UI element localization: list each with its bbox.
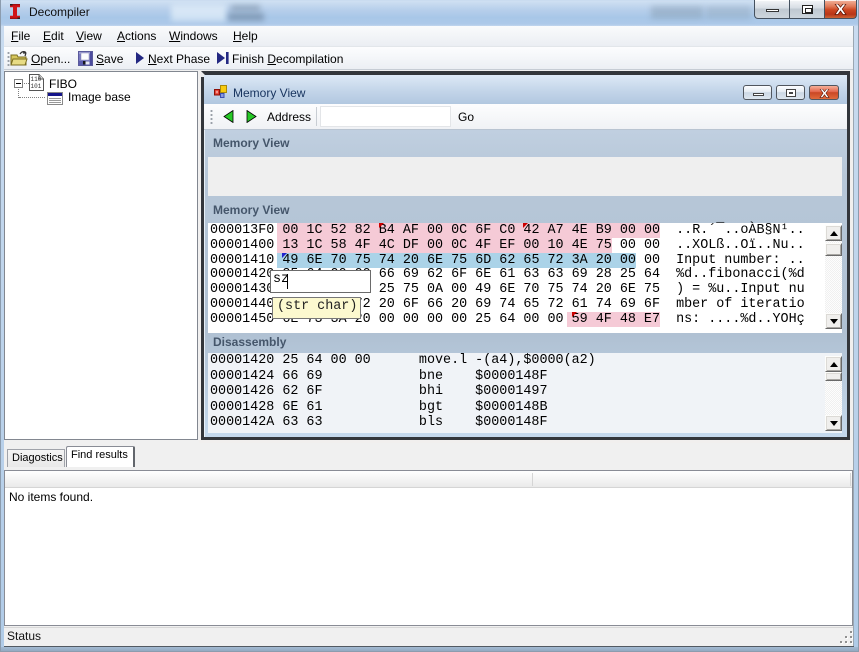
svg-text:101: 101 xyxy=(31,83,42,90)
svg-text:110: 110 xyxy=(31,76,42,83)
